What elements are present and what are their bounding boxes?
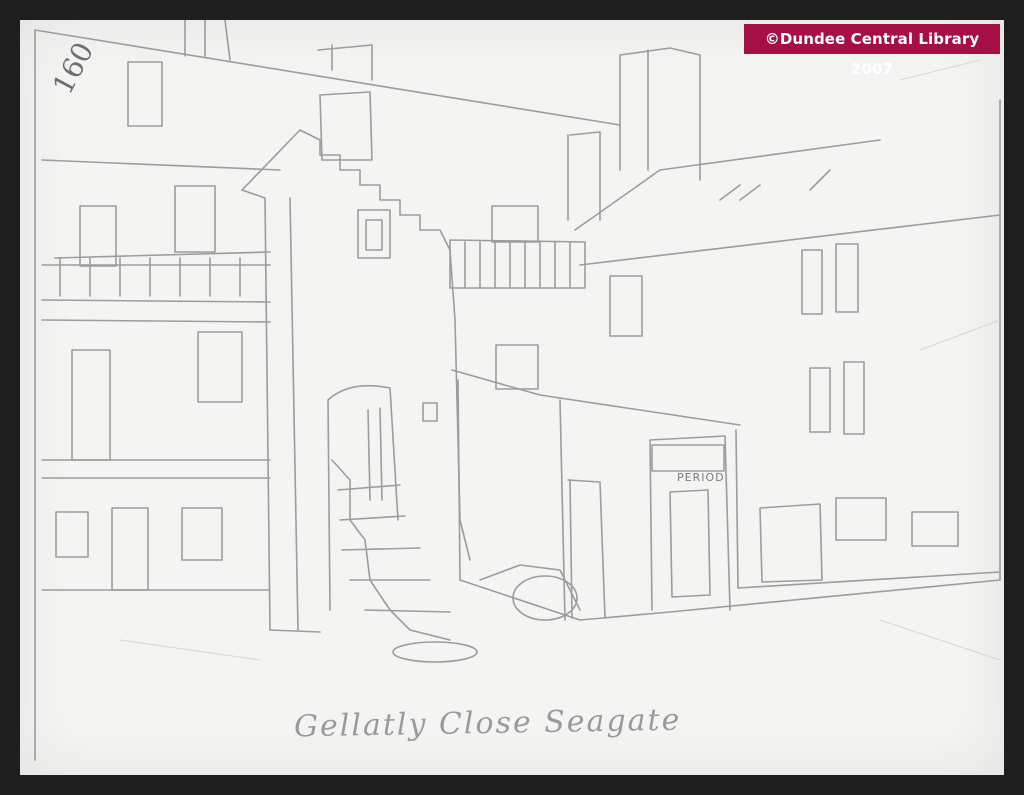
- right-building: [574, 99, 1001, 611]
- pencil-sketch: [34, 20, 1001, 761]
- sketch-caption: Gellatly Close Seagate: [293, 702, 682, 745]
- copyright-watermark: ©Dundee Central Library 2007: [744, 24, 1000, 78]
- sketch-paper: 160 PERIOD Gellatly Close Seagate 67: [20, 20, 1004, 775]
- stair-tower: [241, 129, 478, 663]
- middle-block: [319, 91, 1001, 621]
- shop-sign: PERIOD: [677, 471, 725, 484]
- left-building: [34, 29, 621, 761]
- chimneys: [184, 20, 701, 181]
